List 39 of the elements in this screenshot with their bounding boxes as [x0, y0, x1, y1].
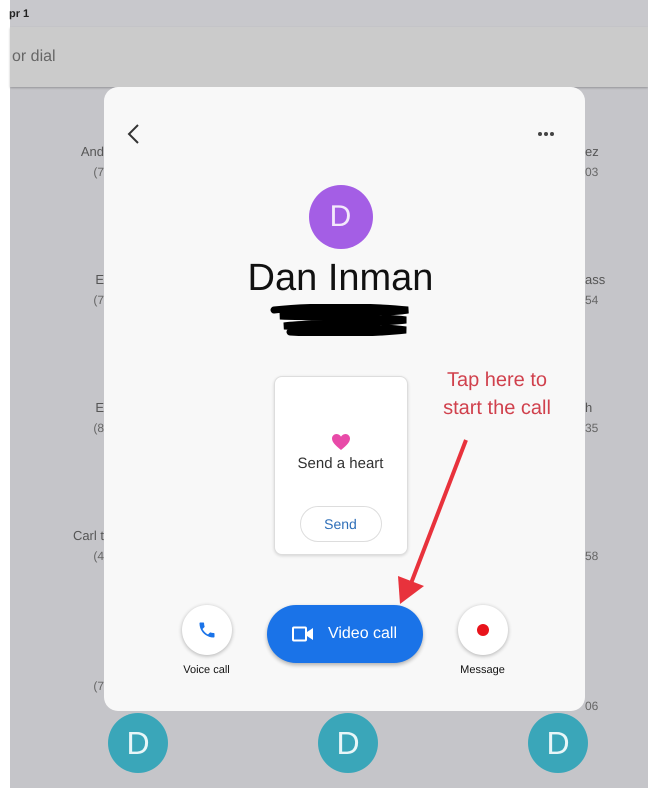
annotation-text: Tap here to start the call: [442, 368, 552, 421]
video-call-button[interactable]: Video call: [266, 605, 422, 663]
contact-name: Carl t: [72, 529, 104, 543]
record-icon: [476, 624, 488, 636]
action-label: Voice call: [183, 664, 230, 676]
phone-icon: [196, 620, 216, 640]
contact-phone: (7: [93, 293, 104, 307]
action-button[interactable]: [182, 605, 232, 655]
search-field[interactable]: or dial: [12, 48, 312, 66]
contact-phone: (7: [93, 679, 104, 693]
contact-phone: 58: [585, 549, 598, 563]
more-options-button[interactable]: [535, 129, 557, 139]
contact-name: ass: [585, 273, 606, 287]
video-camera-icon: [292, 626, 314, 642]
status-text: pr 1: [9, 8, 30, 20]
contact-avatar[interactable]: D: [108, 713, 168, 773]
contact-phone: 03: [585, 165, 598, 179]
contact-name: ez: [585, 145, 599, 159]
back-icon: [126, 123, 140, 145]
contact-phone: (4: [93, 549, 104, 563]
contact-name: Dan Inman: [248, 257, 434, 300]
action-label: Message: [460, 664, 505, 676]
contact-avatar[interactable]: D: [318, 713, 378, 773]
heart-icon: [330, 433, 350, 451]
contact-phone: 06: [585, 699, 598, 713]
contact-avatar: D: [308, 185, 372, 249]
contact-name: E: [95, 273, 104, 287]
contact-phone: 35: [585, 421, 598, 435]
contact-phone: (8: [93, 421, 104, 435]
contact-phone: 54: [585, 293, 598, 307]
more-icon: [537, 131, 555, 137]
contact-phone: (7: [93, 165, 104, 179]
card-title: Send a heart: [298, 455, 384, 472]
contact-name: And: [80, 145, 104, 159]
contact-name: E: [95, 401, 104, 415]
contact-avatar[interactable]: D: [528, 713, 588, 773]
send-button[interactable]: Send: [300, 506, 382, 542]
action-button[interactable]: [458, 605, 508, 655]
contact-name: h: [585, 401, 592, 415]
